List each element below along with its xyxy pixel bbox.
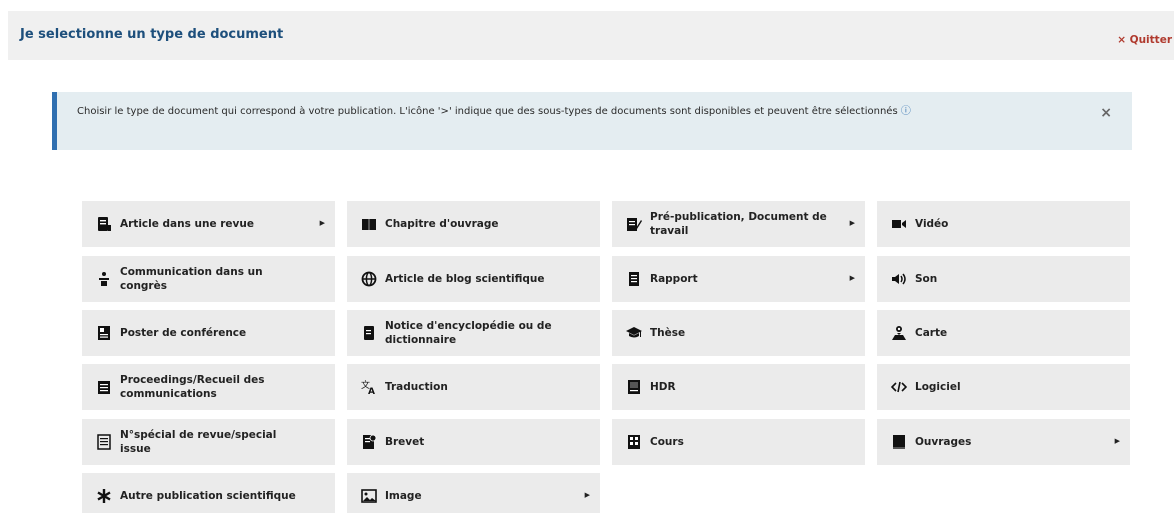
map-icon <box>889 323 909 343</box>
doc-type-label: HDR <box>650 381 676 393</box>
doc-type-button[interactable]: Communication dans un congrès <box>82 256 335 302</box>
sound-icon <box>889 269 909 289</box>
doc-type-label: Article dans une revue <box>120 218 254 230</box>
proceedings-icon <box>94 377 114 397</box>
doc-type-button[interactable]: Thèse <box>612 310 865 356</box>
open-book-icon <box>359 214 379 234</box>
doc-type-button[interactable]: Article dans une revue ▶ <box>82 201 335 247</box>
doc-type-button[interactable]: Autre publication scientifique <box>82 473 335 513</box>
doc-type-label: Thèse <box>650 327 686 339</box>
doc-type-label: Vidéo <box>915 218 949 230</box>
doc-type-button[interactable]: Logiciel <box>877 364 1130 410</box>
doc-type-label: Ouvrages <box>915 436 972 448</box>
chevron-right-icon: ▶ <box>849 219 855 227</box>
doc-type-label: Image <box>385 490 422 502</box>
doc-type-label: Proceedings/Recueil des communications <box>120 374 265 400</box>
doc-type-label: Logiciel <box>915 381 961 393</box>
doc-type-label: Rapport <box>650 273 698 285</box>
info-banner: Choisir le type de document qui correspo… <box>52 92 1132 150</box>
asterisk-icon <box>94 486 114 506</box>
globe-icon <box>359 269 379 289</box>
special-issue-icon <box>94 432 114 452</box>
doc-type-button[interactable]: Chapitre d'ouvrage <box>347 201 600 247</box>
doc-type-label: N°spécial de revue/special issue <box>120 429 277 455</box>
journal-article-icon <box>94 214 114 234</box>
doc-type-label: Cours <box>650 436 684 448</box>
chevron-right-icon: ▶ <box>319 219 325 227</box>
doc-type-label: Carte <box>915 327 948 339</box>
hdr-icon <box>624 377 644 397</box>
doc-type-label: Article de blog scientifique <box>385 273 545 285</box>
doc-type-button[interactable]: Poster de conférence <box>82 310 335 356</box>
doc-type-label: Son <box>915 273 938 285</box>
speaker-podium-icon <box>94 269 114 289</box>
doc-type-button[interactable]: Notice d'encyclopédie ou de dictionnaire <box>347 310 600 356</box>
doc-type-button[interactable]: Son <box>877 256 1130 302</box>
info-message: Choisir le type de document qui correspo… <box>77 106 898 117</box>
quit-button[interactable]: × Quitter <box>1117 34 1172 46</box>
chevron-right-icon: ▶ <box>849 274 855 282</box>
poster-icon <box>94 323 114 343</box>
info-text: Choisir le type de document qui correspo… <box>77 105 977 119</box>
doc-type-button[interactable]: Ouvrages ▶ <box>877 419 1130 465</box>
help-info-icon[interactable]: ⓘ <box>901 106 911 117</box>
doc-type-button[interactable]: HDR <box>612 364 865 410</box>
doc-type-label: Autre publication scientifique <box>120 490 296 502</box>
doc-type-button[interactable]: Vidéo <box>877 201 1130 247</box>
graduation-cap-icon <box>624 323 644 343</box>
doc-type-label: Brevet <box>385 436 425 448</box>
image-icon <box>359 486 379 506</box>
doc-type-label: Traduction <box>385 381 448 393</box>
doc-type-button[interactable]: Article de blog scientifique <box>347 256 600 302</box>
video-icon <box>889 214 909 234</box>
doc-type-label: Chapitre d'ouvrage <box>385 218 499 230</box>
doc-type-button[interactable]: Rapport ▶ <box>612 256 865 302</box>
report-icon <box>624 269 644 289</box>
doc-type-label: Notice d'encyclopédie ou de dictionnaire <box>385 320 552 346</box>
svg-text:A: A <box>368 387 375 395</box>
modal-header: Je selectionne un type de document × Qui… <box>8 11 1174 60</box>
page-title: Je selectionne un type de document <box>20 27 284 42</box>
doc-type-button[interactable]: Carte <box>877 310 1130 356</box>
code-icon <box>889 377 909 397</box>
doc-type-button[interactable]: Cours <box>612 419 865 465</box>
doc-type-button[interactable]: Image ▶ <box>347 473 600 513</box>
preprint-icon <box>624 214 644 234</box>
book-icon <box>889 432 909 452</box>
dictionary-icon <box>359 323 379 343</box>
doc-type-button[interactable]: Brevet <box>347 419 600 465</box>
doc-type-label: Pré-publication, Document de travail <box>650 211 827 237</box>
translate-icon: 文A <box>359 377 379 397</box>
doc-type-button[interactable]: 文 A Traduction <box>347 364 600 410</box>
doc-type-button[interactable]: N°spécial de revue/special issue <box>82 419 335 465</box>
doc-type-label: Communication dans un congrès <box>120 266 263 292</box>
doc-type-button[interactable]: Proceedings/Recueil des communications <box>82 364 335 410</box>
doc-type-button[interactable]: Pré-publication, Document de travail ▶ <box>612 201 865 247</box>
chevron-right-icon: ▶ <box>1114 437 1120 445</box>
patent-icon <box>359 432 379 452</box>
course-icon <box>624 432 644 452</box>
chevron-right-icon: ▶ <box>584 491 590 499</box>
doc-type-label: Poster de conférence <box>120 327 247 339</box>
close-banner-button[interactable]: × <box>1100 105 1112 121</box>
